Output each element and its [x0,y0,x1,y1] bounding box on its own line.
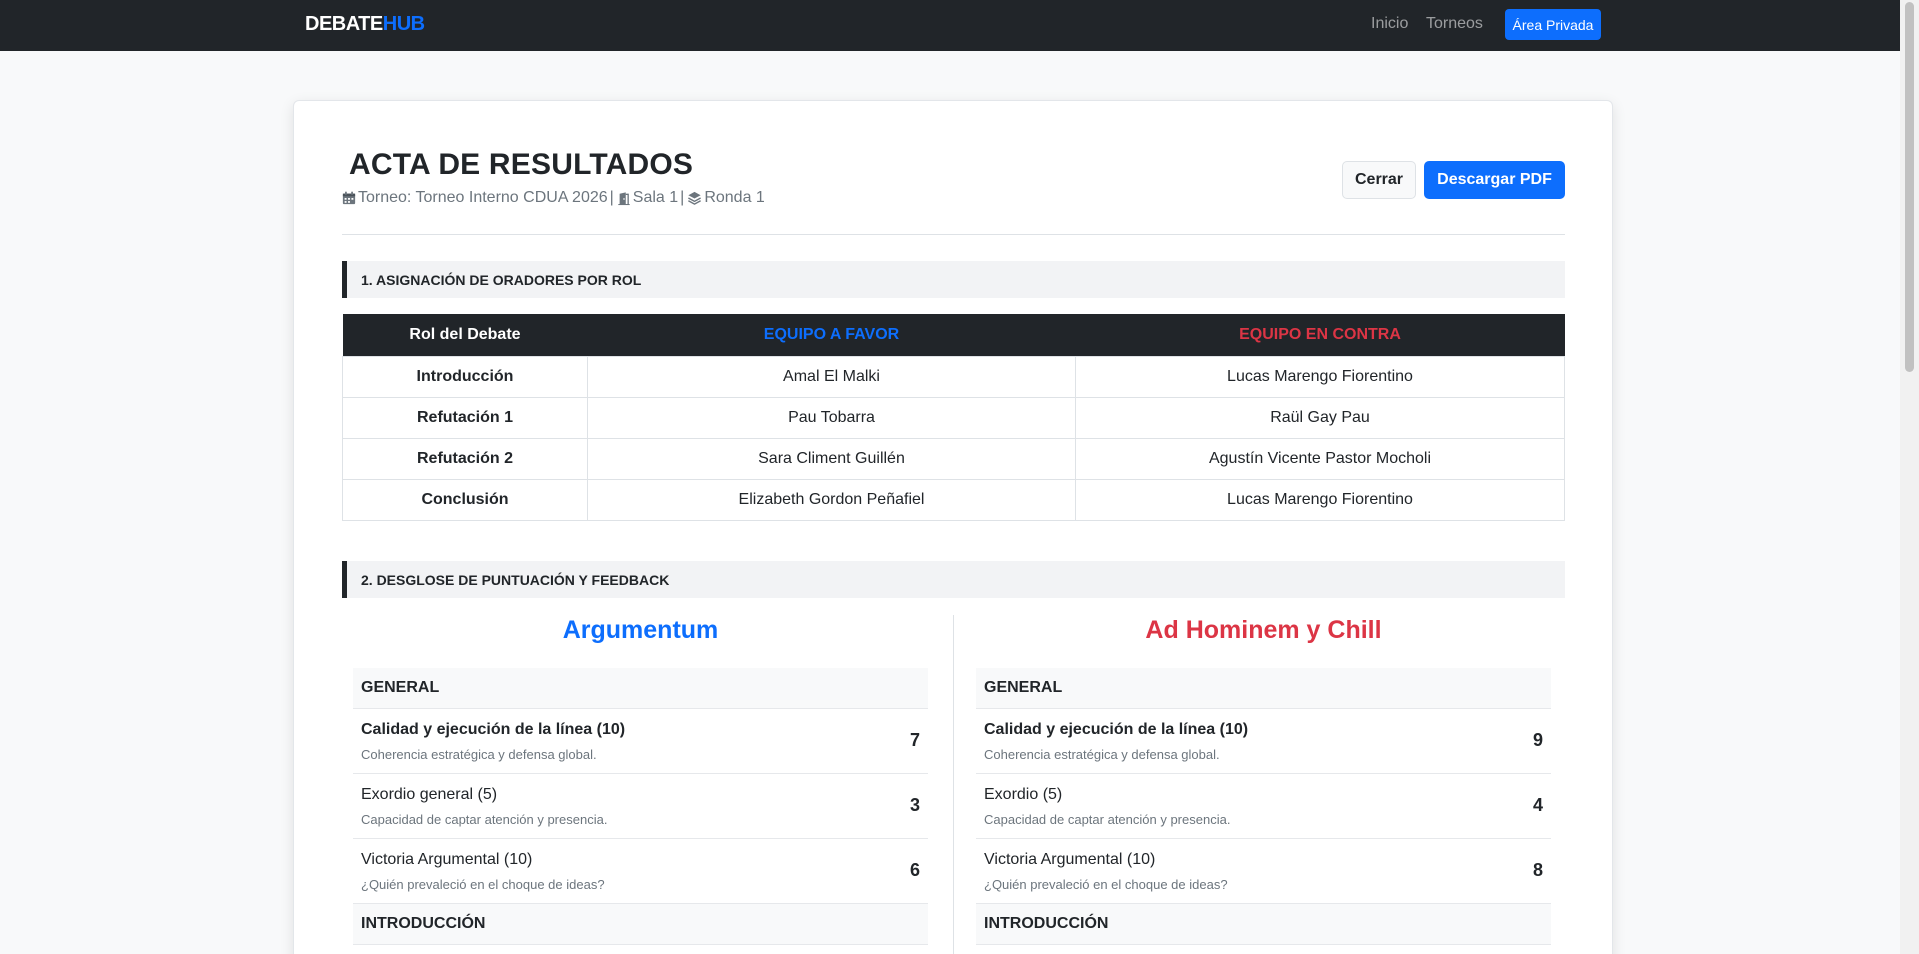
calendar-icon [342,191,356,205]
score-item: Exordio general (5) Capacidad de captar … [353,774,928,839]
score-value: 8 [1532,860,1543,880]
close-button[interactable]: Cerrar [1342,161,1416,199]
favor-speaker-cell: Elizabeth Gordon Peñafiel [587,478,1076,521]
criterion-label: Calidad y ejecución de la línea (10) [361,721,626,738]
brand-logo[interactable]: DEBATEHUB [305,13,425,36]
criterion-label: Victoria Argumental (10) [984,851,1156,868]
contra-speaker-cell: Lucas Marengo Fiorentino [1075,355,1565,398]
debate-meta: Torneo: Torneo Interno CDUA 2026 | Sala … [342,189,765,207]
role-cell: Refutación 2 [342,437,588,480]
door-icon [618,191,630,205]
meta-separator: | [680,189,685,206]
score-item: Victoria Argumental (10) ¿Quién prevalec… [353,839,928,904]
criterion-description: Coherencia estratégica y defensa global. [984,747,1220,762]
contra-speaker-cell: Lucas Marengo Fiorentino [1075,478,1565,521]
favor-speaker-cell: Amal El Malki [587,355,1076,398]
contra-speaker-cell: Raül Gay Pau [1075,396,1565,439]
score-value: 9 [1532,730,1543,750]
criterion-label: Exordio (5) [984,786,1063,803]
table-row: Refutación 1 Pau Tobarra Raül Gay Pau [342,396,1565,439]
category-header-general: GENERAL [976,668,1551,709]
favor-speaker-cell: Sara Climent Guillén [587,437,1076,480]
brand-part-2: HUB [382,13,425,35]
criterion-description: ¿Quién prevaleció en el choque de ideas? [361,877,605,892]
team-b-scores: GENERAL Calidad y ejecución de la línea … [976,668,1551,945]
criterion-description: Capacidad de captar atención y presencia… [984,812,1231,827]
role-cell: Conclusión [342,478,588,521]
layers-icon [688,191,702,205]
table-header-row: Rol del Debate EQUIPO A FAVOR EQUIPO EN … [342,314,1565,356]
score-value: 3 [909,795,920,815]
scrollbar-thumb[interactable] [1905,2,1914,372]
role-cell: Introducción [342,355,588,398]
table-row: Introducción Amal El Malki Lucas Marengo… [342,355,1565,398]
section-header-scoring: 2. DESGLOSE DE PUNTUACIÓN Y FEEDBACK [342,561,1565,598]
column-header-role: Rol del Debate [342,314,588,356]
role-cell: Refutación 1 [342,396,588,439]
column-header-contra: EQUIPO EN CONTRA [1075,314,1565,356]
table-row: Conclusión Elizabeth Gordon Peñafiel Luc… [342,478,1565,521]
column-header-favor: EQUIPO A FAVOR [587,314,1076,356]
meta-room: Sala 1 [632,189,679,206]
score-item: Calidad y ejecución de la línea (10) Coh… [976,709,1551,774]
table-row: Refutación 2 Sara Climent Guillén Agustí… [342,437,1565,480]
category-header-general: GENERAL [353,668,928,709]
score-item: Exordio (5) Capacidad de captar atención… [976,774,1551,839]
nav-link-inicio[interactable]: Inicio [1371,15,1408,33]
score-item: Victoria Argumental (10) ¿Quién prevalec… [976,839,1551,904]
score-value: 6 [909,860,920,880]
meta-round: Ronda 1 [704,189,765,206]
criterion-description: Capacidad de captar atención y presencia… [361,812,608,827]
section-header-roles: 1. ASIGNACIÓN DE ORADORES POR ROL [342,261,1565,298]
score-item: Calidad y ejecución de la línea (10) Coh… [353,709,928,774]
column-divider [953,615,954,954]
contra-speaker-cell: Agustín Vicente Pastor Mocholi [1075,437,1565,480]
criterion-description: Coherencia estratégica y defensa global. [361,747,597,762]
criterion-description: ¿Quién prevaleció en el choque de ideas? [984,877,1228,892]
page-title: ACTA DE RESULTADOS [349,148,694,181]
score-value: 4 [1532,795,1543,815]
header-divider [342,234,1565,235]
category-header-introduccion: INTRODUCCIÓN [353,904,928,945]
meta-separator: | [609,189,614,206]
private-area-button[interactable]: Área Privada [1505,9,1601,40]
category-header-introduccion: INTRODUCCIÓN [976,904,1551,945]
criterion-label: Exordio general (5) [361,786,498,803]
criterion-label: Calidad y ejecución de la línea (10) [984,721,1249,738]
team-a-name: Argumentum [562,616,719,644]
team-b-name: Ad Hominem y Chill [1145,616,1382,644]
favor-speaker-cell: Pau Tobarra [587,396,1076,439]
speaker-roles-table: Rol del Debate EQUIPO A FAVOR EQUIPO EN … [342,314,1565,521]
criterion-label: Victoria Argumental (10) [361,851,533,868]
score-value: 7 [909,730,920,750]
brand-part-1: DEBATE [305,13,383,35]
navbar: DEBATEHUB Inicio Torneos Área Privada [0,0,1900,51]
meta-tournament: Torneo: Torneo Interno CDUA 2026 [358,189,608,206]
nav-link-torneos[interactable]: Torneos [1426,15,1483,33]
download-pdf-button[interactable]: Descargar PDF [1424,161,1565,199]
team-a-scores: GENERAL Calidad y ejecución de la línea … [353,668,928,945]
